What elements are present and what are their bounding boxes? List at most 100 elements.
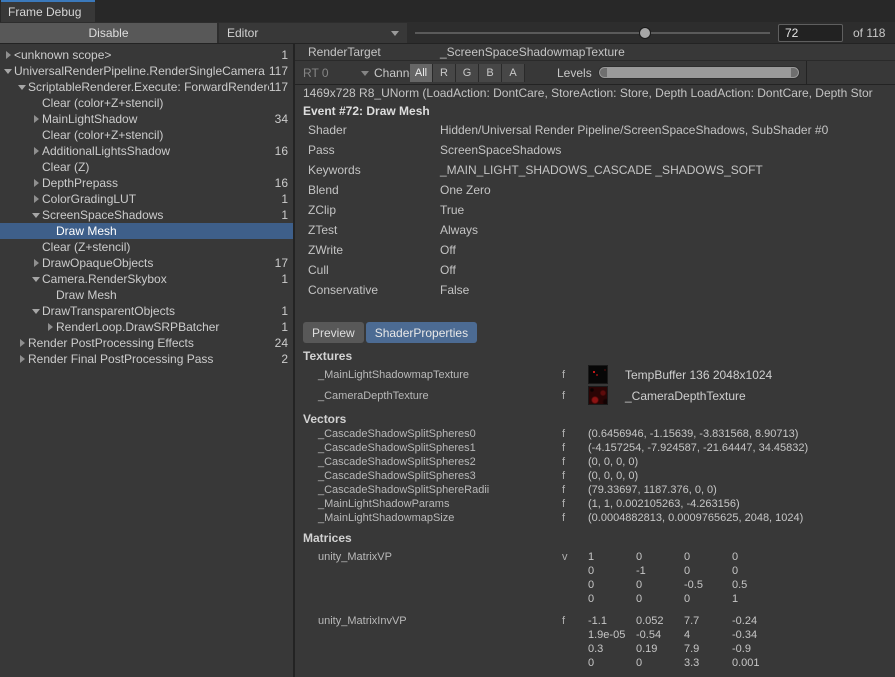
vector-value: (0.6456946, -1.15639, -3.831568, 8.90713… bbox=[588, 428, 895, 440]
tree-row[interactable]: Draw Mesh bbox=[0, 287, 293, 303]
vector-row: _CascadeShadowSplitSphereRadii f (79.336… bbox=[295, 483, 895, 497]
foldout-arrow-icon[interactable] bbox=[30, 195, 42, 203]
tree-item-count: 16 bbox=[269, 144, 293, 158]
tree-row[interactable]: UniversalRenderPipeline.RenderSingleCame… bbox=[0, 63, 293, 79]
foldout-arrow-icon[interactable] bbox=[16, 339, 28, 347]
tree-item-count: 117 bbox=[269, 80, 293, 94]
vector-name: _CascadeShadowSplitSpheres1 bbox=[318, 442, 562, 454]
vector-type-indicator: f bbox=[562, 470, 588, 482]
foldout-arrow-icon[interactable] bbox=[44, 323, 56, 331]
matrix-cell: 0.5 bbox=[732, 579, 780, 593]
matrix-cell: -0.54 bbox=[636, 629, 684, 643]
property-label: ZClip bbox=[308, 203, 440, 217]
foldout-arrow-icon[interactable] bbox=[30, 309, 42, 314]
channel-button-r[interactable]: R bbox=[433, 64, 456, 82]
tree-item-count: 17 bbox=[269, 256, 293, 270]
texture-thumbnail[interactable] bbox=[588, 365, 608, 384]
tree-row[interactable]: Clear (Z+stencil) bbox=[0, 239, 293, 255]
tree-row[interactable]: ColorGradingLUT 1 bbox=[0, 191, 293, 207]
tree-row[interactable]: Clear (color+Z+stencil) bbox=[0, 95, 293, 111]
tree-row[interactable]: MainLightShadow 34 bbox=[0, 111, 293, 127]
property-label: Conservative bbox=[308, 283, 440, 297]
matrix-cell: 0 bbox=[732, 565, 780, 579]
tree-item-label: Draw Mesh bbox=[56, 224, 269, 238]
levels-label: Levels bbox=[557, 61, 592, 85]
vector-row: _MainLightShadowParams f (1, 1, 0.002105… bbox=[295, 497, 895, 511]
tree-row[interactable]: AdditionalLightsShadow 16 bbox=[0, 143, 293, 159]
foldout-arrow-icon[interactable] bbox=[16, 85, 28, 90]
event-slider[interactable] bbox=[415, 22, 770, 44]
property-value: False bbox=[440, 283, 895, 297]
chevron-down-icon bbox=[391, 31, 399, 36]
vector-name: _MainLightShadowParams bbox=[318, 498, 562, 510]
rt-index-dropdown[interactable]: RT 0 bbox=[303, 64, 369, 82]
foldout-arrow-icon[interactable] bbox=[16, 355, 28, 363]
matrix-entry: unity_MatrixInvVP f -1.1 0.052 7.7 -0.24… bbox=[295, 615, 895, 671]
matrix-cell: 1 bbox=[588, 551, 636, 565]
tree-row[interactable]: RenderLoop.DrawSRPBatcher 1 bbox=[0, 319, 293, 335]
matrix-cell: 0 bbox=[684, 565, 732, 579]
channel-button-g[interactable]: G bbox=[456, 64, 479, 82]
matrix-cell: 0 bbox=[636, 551, 684, 565]
target-dropdown[interactable]: Editor bbox=[219, 23, 407, 43]
foldout-arrow-icon[interactable] bbox=[30, 147, 42, 155]
property-value: Off bbox=[440, 243, 895, 257]
foldout-arrow-icon[interactable] bbox=[30, 213, 42, 218]
tree-row[interactable]: DrawOpaqueObjects 17 bbox=[0, 255, 293, 271]
render-target-toolbar: RT 0 Channels All R G B A Levels bbox=[295, 61, 895, 85]
vector-value: (79.33697, 1187.376, 0, 0) bbox=[588, 484, 895, 496]
event-number-field[interactable]: 72 bbox=[778, 24, 843, 42]
tree-row[interactable]: DepthPrepass 16 bbox=[0, 175, 293, 191]
foldout-arrow-icon[interactable] bbox=[30, 259, 42, 267]
tree-item-count: 117 bbox=[269, 64, 293, 78]
tab-preview[interactable]: Preview bbox=[303, 322, 364, 343]
tree-row[interactable]: Render PostProcessing Effects 24 bbox=[0, 335, 293, 351]
vector-value: (0, 0, 0, 0) bbox=[588, 456, 895, 468]
event-slider-thumb[interactable] bbox=[639, 27, 651, 39]
tab-shader-properties[interactable]: ShaderProperties bbox=[366, 322, 477, 343]
tree-row[interactable]: ScriptableRenderer.Execute: ForwardRende… bbox=[0, 79, 293, 95]
tree-row[interactable]: Render Final PostProcessing Pass 2 bbox=[0, 351, 293, 367]
property-value: Hidden/Universal Render Pipeline/ScreenS… bbox=[440, 123, 895, 137]
matrix-cell: -0.24 bbox=[732, 615, 780, 629]
levels-range-slider[interactable] bbox=[598, 66, 800, 79]
matrix-cell: 4 bbox=[684, 629, 732, 643]
vectors-section-header: Vectors bbox=[295, 412, 895, 427]
vector-name: _CascadeShadowSplitSphereRadii bbox=[318, 484, 562, 496]
tree-row[interactable]: <unknown scope> 1 bbox=[0, 47, 293, 63]
channel-button-b[interactable]: B bbox=[479, 64, 502, 82]
foldout-arrow-icon[interactable] bbox=[30, 115, 42, 123]
matrix-cell: 0.19 bbox=[636, 643, 684, 657]
tree-item-label: DrawTransparentObjects bbox=[42, 304, 269, 318]
toolbar: Disable Editor 72 of 118 bbox=[0, 22, 895, 44]
window-tab-bar: Frame Debug bbox=[0, 0, 895, 22]
foldout-arrow-icon[interactable] bbox=[2, 51, 14, 59]
foldout-arrow-icon[interactable] bbox=[30, 277, 42, 282]
detail-tabs: Preview ShaderProperties bbox=[295, 322, 895, 343]
tree-row[interactable]: DrawTransparentObjects 1 bbox=[0, 303, 293, 319]
render-target-label: RenderTarget bbox=[308, 45, 440, 59]
property-value: Always bbox=[440, 223, 895, 237]
property-value: ScreenSpaceShadows bbox=[440, 143, 895, 157]
property-label: Keywords bbox=[308, 163, 440, 177]
channel-button-a[interactable]: A bbox=[502, 64, 525, 82]
tree-row-selected[interactable]: Draw Mesh bbox=[0, 223, 293, 239]
foldout-arrow-icon[interactable] bbox=[2, 69, 14, 74]
tree-item-count: 1 bbox=[269, 304, 293, 318]
tree-row[interactable]: Clear (color+Z+stencil) bbox=[0, 127, 293, 143]
texture-thumbnail[interactable] bbox=[588, 386, 608, 405]
tree-row[interactable]: ScreenSpaceShadows 1 bbox=[0, 207, 293, 223]
disable-button[interactable]: Disable bbox=[0, 23, 217, 43]
tree-row[interactable]: Clear (Z) bbox=[0, 159, 293, 175]
tab-frame-debug[interactable]: Frame Debug bbox=[1, 0, 95, 22]
property-row: ZWrite Off bbox=[295, 240, 895, 260]
property-label: Shader bbox=[308, 123, 440, 137]
event-slider-track[interactable] bbox=[415, 32, 770, 34]
tree-row[interactable]: Camera.RenderSkybox 1 bbox=[0, 271, 293, 287]
channel-button-all[interactable]: All bbox=[410, 64, 433, 82]
vector-type-indicator: f bbox=[562, 456, 588, 468]
foldout-arrow-icon[interactable] bbox=[30, 179, 42, 187]
matrix-cell: 0 bbox=[588, 579, 636, 593]
matrix-cell: 0 bbox=[636, 593, 684, 607]
matrix-cell: 7.9 bbox=[684, 643, 732, 657]
